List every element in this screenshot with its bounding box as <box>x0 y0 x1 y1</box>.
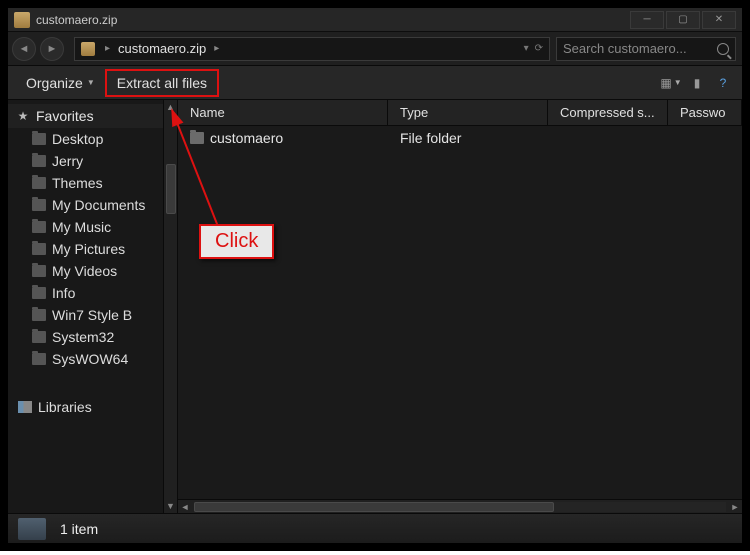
column-header-name[interactable]: Name <box>178 100 388 125</box>
folder-icon <box>32 133 46 145</box>
library-icon <box>18 401 32 413</box>
view-options-button[interactable]: ▦▼ <box>660 72 682 94</box>
organize-button[interactable]: Organize ▼ <box>16 71 105 95</box>
close-button[interactable]: ✕ <box>702 11 736 29</box>
status-bar: 1 item <box>8 513 742 543</box>
sidebar-item-label: Desktop <box>52 131 103 147</box>
folder-icon <box>32 331 46 343</box>
chevron-right-icon: ▸ <box>210 43 223 54</box>
sidebar-item-label: My Documents <box>52 197 145 213</box>
file-type: File folder <box>400 130 461 146</box>
navigation-bar: ◄ ► ▸ customaero.zip ▸ ▾ ⟳ Search custom… <box>8 32 742 66</box>
annotation-click-label: Click <box>199 224 274 259</box>
sidebar-item-my-music[interactable]: My Music <box>8 216 163 238</box>
address-bar[interactable]: ▸ customaero.zip ▸ ▾ ⟳ <box>74 37 550 61</box>
search-placeholder: Search customaero... <box>563 41 713 56</box>
forward-button[interactable]: ► <box>40 37 64 61</box>
sidebar-item-label: Themes <box>52 175 103 191</box>
sidebar-item-info[interactable]: Info <box>8 282 163 304</box>
command-bar: Organize ▼ Extract all files ▦▼ ▮ ? <box>8 66 742 100</box>
horizontal-scrollbar[interactable]: ◄ ► <box>178 499 742 513</box>
file-name: customaero <box>210 130 283 146</box>
scroll-down-arrow[interactable]: ▼ <box>164 499 177 513</box>
folder-icon <box>32 177 46 189</box>
sidebar-item-label: System32 <box>52 329 114 345</box>
scroll-left-arrow[interactable]: ◄ <box>178 502 192 512</box>
scrollbar-thumb[interactable] <box>194 502 554 512</box>
folder-icon <box>32 353 46 365</box>
scroll-up-arrow[interactable]: ▲ <box>164 100 177 114</box>
sidebar-item-label: My Pictures <box>52 241 125 257</box>
help-button[interactable]: ? <box>712 72 734 94</box>
favorites-header[interactable]: ★ Favorites <box>8 104 163 128</box>
column-headers: Name Type Compressed s... Passwo <box>178 100 742 126</box>
preview-pane-button[interactable]: ▮ <box>686 72 708 94</box>
sidebar-item-my-pictures[interactable]: My Pictures <box>8 238 163 260</box>
chevron-down-icon[interactable]: ▾ <box>524 43 529 54</box>
zip-file-icon <box>14 12 30 28</box>
zip-file-icon <box>81 42 95 56</box>
extract-label: Extract all files <box>117 75 207 91</box>
scroll-right-arrow[interactable]: ► <box>728 502 742 512</box>
folder-icon <box>32 155 46 167</box>
scrollbar-thumb[interactable] <box>166 164 176 214</box>
file-list-pane: Name Type Compressed s... Passwo customa… <box>178 100 742 513</box>
sidebar-item-win7-style-b[interactable]: Win7 Style B <box>8 304 163 326</box>
sidebar-item-jerry[interactable]: Jerry <box>8 150 163 172</box>
explorer-window: customaero.zip ─ ▢ ✕ ◄ ► ▸ customaero.zi… <box>8 8 742 543</box>
column-header-password[interactable]: Passwo <box>668 100 742 125</box>
item-icon <box>18 518 46 540</box>
sidebar-item-themes[interactable]: Themes <box>8 172 163 194</box>
star-icon: ★ <box>16 109 30 123</box>
sidebar-item-label: My Videos <box>52 263 117 279</box>
column-header-compressed-size[interactable]: Compressed s... <box>548 100 668 125</box>
titlebar: customaero.zip ─ ▢ ✕ <box>8 8 742 32</box>
chevron-down-icon: ▼ <box>87 78 95 87</box>
sidebar-item-label: Info <box>52 285 75 301</box>
sidebar-item-desktop[interactable]: Desktop <box>8 128 163 150</box>
sidebar-item-my-videos[interactable]: My Videos <box>8 260 163 282</box>
maximize-button[interactable]: ▢ <box>666 11 700 29</box>
sidebar-scrollbar[interactable]: ▲ ▼ <box>163 100 177 513</box>
column-header-type[interactable]: Type <box>388 100 548 125</box>
sidebar-item-label: Win7 Style B <box>52 307 132 323</box>
sidebar-item-label: My Music <box>52 219 111 235</box>
libraries-header[interactable]: Libraries <box>8 396 163 418</box>
search-input[interactable]: Search customaero... <box>556 37 736 61</box>
extract-all-files-button[interactable]: Extract all files <box>105 69 219 97</box>
navigation-pane: ★ Favorites Desktop Jerry Themes My Docu… <box>8 100 178 513</box>
sidebar-item-system32[interactable]: System32 <box>8 326 163 348</box>
chevron-right-icon: ▸ <box>101 43 114 54</box>
back-button[interactable]: ◄ <box>12 37 36 61</box>
refresh-icon[interactable]: ⟳ <box>535 43 543 54</box>
folder-icon <box>32 309 46 321</box>
sidebar-item-my-documents[interactable]: My Documents <box>8 194 163 216</box>
folder-icon <box>32 265 46 277</box>
file-list[interactable]: customaero File folder <box>178 126 742 499</box>
sidebar-item-label: SysWOW64 <box>52 351 128 367</box>
folder-icon <box>32 287 46 299</box>
status-text: 1 item <box>60 521 98 537</box>
sidebar-item-syswow64[interactable]: SysWOW64 <box>8 348 163 370</box>
organize-label: Organize <box>26 75 83 91</box>
favorites-label: Favorites <box>36 108 94 124</box>
search-icon <box>717 43 729 55</box>
file-row[interactable]: customaero File folder <box>178 126 742 150</box>
folder-icon <box>32 221 46 233</box>
minimize-button[interactable]: ─ <box>630 11 664 29</box>
folder-icon <box>190 132 204 144</box>
libraries-label: Libraries <box>38 399 92 415</box>
sidebar-item-label: Jerry <box>52 153 83 169</box>
window-title: customaero.zip <box>36 13 630 27</box>
folder-icon <box>32 243 46 255</box>
breadcrumb-item[interactable]: customaero.zip <box>114 41 210 56</box>
folder-icon <box>32 199 46 211</box>
